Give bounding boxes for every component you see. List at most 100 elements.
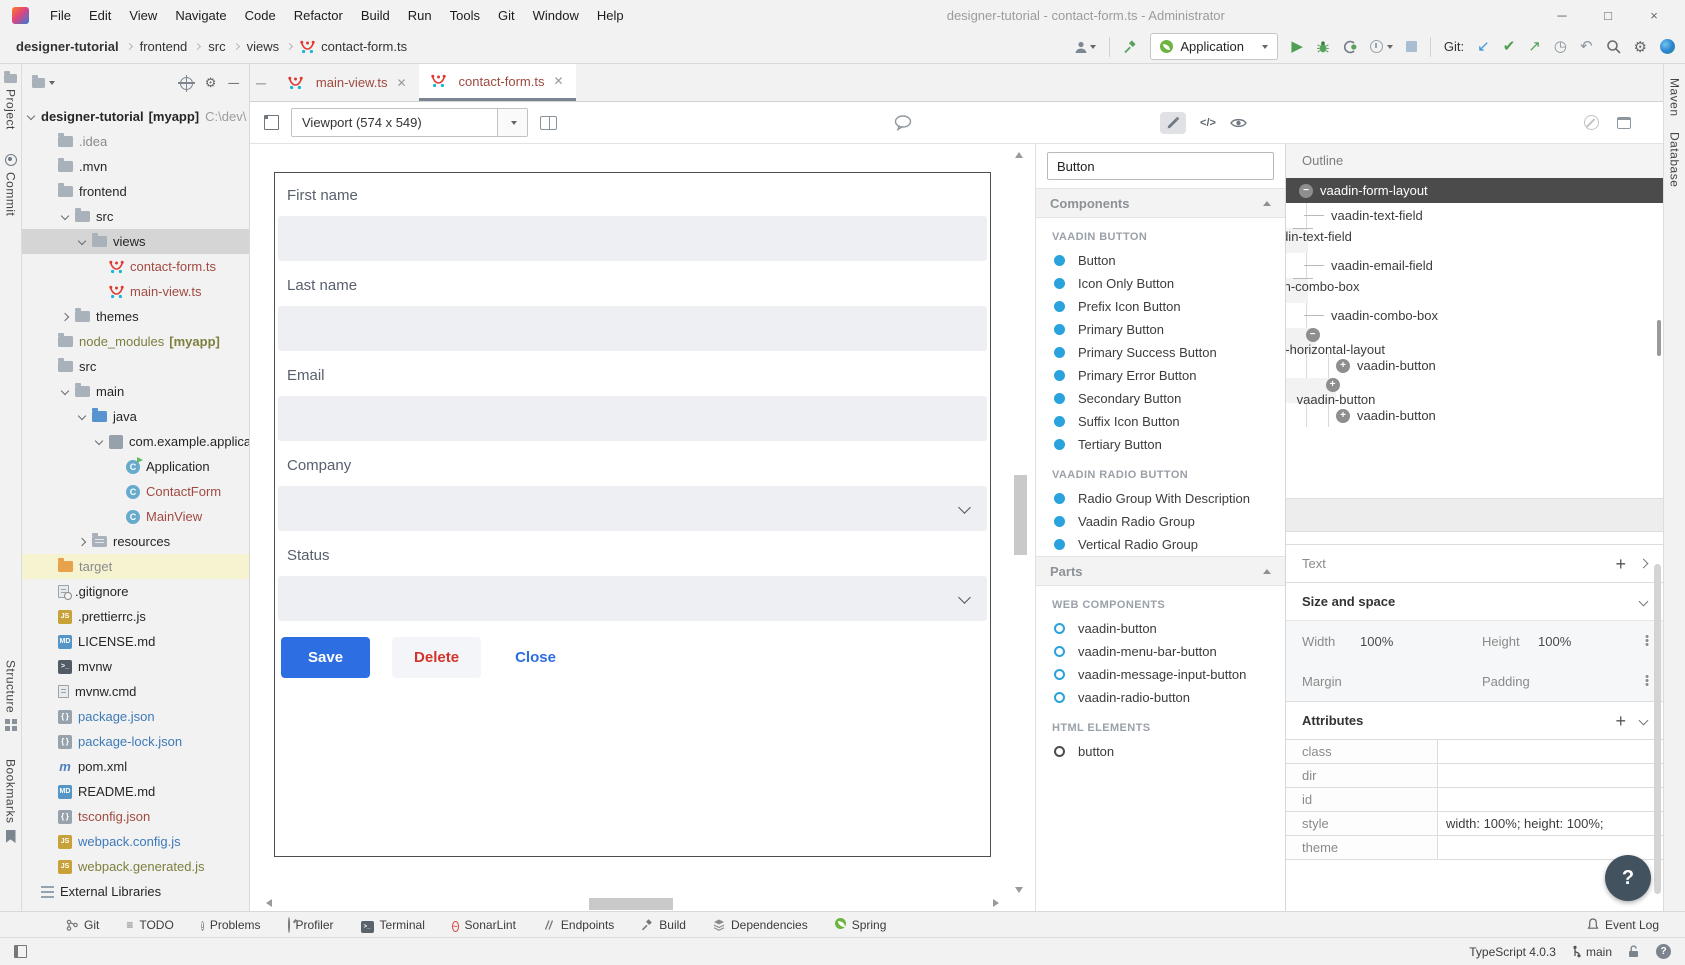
project-settings-icon[interactable]: ⚙ (205, 75, 217, 91)
expand-chevron-icon[interactable] (78, 411, 86, 419)
menu-git[interactable]: Git (489, 8, 524, 23)
debug-button[interactable] (1316, 40, 1330, 54)
section-header-components[interactable]: Components (1036, 188, 1285, 218)
tree-item-tsconfig-json[interactable]: { }tsconfig.json (22, 804, 249, 829)
vertical-scrollbar[interactable] (1014, 475, 1027, 555)
height-value[interactable]: 100% (1538, 634, 1647, 649)
text-field-input[interactable] (278, 396, 987, 441)
palette-item-primary-button[interactable]: Primary Button (1036, 318, 1285, 341)
tree-item-main-view-ts[interactable]: main-view.ts (22, 279, 249, 304)
text-section-header[interactable]: Text + (1286, 544, 1663, 582)
palette-item-icon-only-button[interactable]: Icon Only Button (1036, 272, 1285, 295)
tree-item-src[interactable]: src (22, 354, 249, 379)
palette-item-vaadin-radio-group[interactable]: Vaadin Radio Group (1036, 510, 1285, 533)
tree-item-idea[interactable]: .idea (22, 129, 249, 154)
attribute-value[interactable] (1438, 764, 1663, 787)
typescript-version[interactable]: TypeScript 4.0.3 (1469, 945, 1556, 959)
collapse-caret-icon[interactable] (1263, 201, 1271, 206)
tree-item-application[interactable]: CApplication (22, 454, 249, 479)
breadcrumb-item-views[interactable]: views (247, 39, 280, 54)
close-button[interactable]: Close (503, 637, 568, 678)
more-options-icon[interactable]: ••• (1645, 675, 1649, 687)
panel-splitter[interactable] (1286, 498, 1663, 532)
collapse-caret-icon[interactable] (1263, 569, 1271, 574)
expand-chevron-icon[interactable] (78, 236, 86, 244)
locate-file-icon[interactable] (180, 77, 193, 90)
build-hammer-icon[interactable] (1123, 40, 1137, 54)
outline-node-vaadin-text-field[interactable]: vaadin-text-field (1286, 203, 1663, 228)
tree-item-pom-xml[interactable]: mpom.xml (22, 754, 249, 779)
palette-item-suffix-icon-button[interactable]: Suffix Icon Button (1036, 410, 1285, 433)
user-icon[interactable] (1074, 40, 1096, 54)
palette-item-prefix-icon-button[interactable]: Prefix Icon Button (1036, 295, 1285, 318)
tree-item-webpack-config-js[interactable]: JSwebpack.config.js (22, 829, 249, 854)
code-view-icon[interactable]: </> (1200, 117, 1216, 129)
git-history-icon[interactable]: ◷ (1554, 39, 1567, 54)
expand-chevron-icon[interactable] (61, 312, 69, 320)
tool-stripe-project[interactable]: Project (4, 74, 18, 136)
delete-button[interactable]: Delete (392, 637, 481, 678)
section-header-parts[interactable]: Parts (1036, 556, 1285, 586)
tab-contact-form-ts[interactable]: contact-form.ts✕ (419, 64, 576, 101)
menu-help[interactable]: Help (588, 8, 633, 23)
menu-refactor[interactable]: Refactor (285, 8, 352, 23)
preview-eye-icon[interactable] (1230, 117, 1247, 129)
edit-mode-pencil-icon[interactable] (1160, 112, 1186, 134)
split-view-icon[interactable] (540, 116, 557, 130)
tree-item-mvnw-cmd[interactable]: mvnw.cmd (22, 679, 249, 704)
tool-windows-toggle-icon[interactable] (14, 945, 27, 958)
text-field-input[interactable] (278, 306, 987, 351)
project-view-icon[interactable] (32, 78, 45, 88)
palette-item-vertical-radio-group[interactable]: Vertical Radio Group (1036, 533, 1285, 556)
menu-window[interactable]: Window (524, 8, 588, 23)
tool-stripe-database[interactable]: Database (1668, 126, 1682, 196)
expand-chevron-icon[interactable] (95, 436, 103, 444)
toolwindow-button-terminal[interactable]: >_Terminal (361, 917, 425, 933)
stop-button[interactable] (1406, 41, 1417, 52)
toolwindow-button-profiler[interactable]: Profiler (288, 918, 334, 932)
menu-file[interactable]: File (41, 8, 80, 23)
outline-node-vaadin-text-field[interactable]: vaadin-text-field (1286, 228, 1308, 253)
tree-item-node-modules[interactable]: node_modules[myapp] (22, 329, 249, 354)
palette-item-vaadin-radio-button[interactable]: vaadin-radio-button (1036, 686, 1285, 709)
add-attribute-icon[interactable]: + (1615, 712, 1626, 730)
size-section-header[interactable]: Size and space (1286, 582, 1663, 620)
viewport-select[interactable]: Viewport (574 x 549) (291, 108, 528, 137)
palette-item-button[interactable]: Button (1036, 249, 1285, 272)
tab-main-view-ts[interactable]: main-view.ts✕ (276, 64, 419, 101)
tree-item-main[interactable]: main (22, 379, 249, 404)
feedback-bubble-icon[interactable] (894, 115, 912, 131)
palette-item-secondary-button[interactable]: Secondary Button (1036, 387, 1285, 410)
expand-node-icon[interactable]: + (1326, 378, 1340, 392)
outline-scrollbar[interactable] (1657, 320, 1661, 356)
tree-item-webpack-generated-js[interactable]: JSwebpack.generated.js (22, 854, 249, 879)
tree-item-package-lock-json[interactable]: { }package-lock.json (22, 729, 249, 754)
run-configuration-select[interactable]: Application (1150, 33, 1278, 60)
chevron-right-icon[interactable] (1639, 559, 1649, 569)
collapse-node-icon[interactable]: − (1306, 328, 1320, 342)
tool-stripe-maven[interactable]: Maven (1668, 72, 1682, 126)
palette-item-vaadin-menu-bar-button[interactable]: vaadin-menu-bar-button (1036, 640, 1285, 663)
tree-item-mvn[interactable]: .mvn (22, 154, 249, 179)
tree-item-themes[interactable]: themes (22, 304, 249, 329)
palette-item-vaadin-button[interactable]: vaadin-button (1036, 617, 1285, 640)
tree-item-target[interactable]: target (22, 554, 249, 579)
menu-view[interactable]: View (120, 8, 166, 23)
tree-item-src[interactable]: src (22, 204, 249, 229)
expand-node-icon[interactable]: + (1336, 409, 1350, 423)
close-tab-icon[interactable]: ✕ (553, 74, 563, 88)
outline-node-vaadin-button[interactable]: +vaadin-button (1286, 353, 1663, 378)
palette-item-tertiary-button[interactable]: Tertiary Button (1036, 433, 1285, 456)
menu-build[interactable]: Build (352, 8, 399, 23)
scroll-up-arrow[interactable] (1015, 152, 1023, 158)
form-artboard[interactable]: First nameLast nameEmailCompanyStatus Sa… (274, 172, 991, 857)
toolwindow-button-endpoints[interactable]: Endpoints (543, 918, 614, 932)
profiler-button[interactable] (1370, 40, 1393, 53)
palette-item-primary-success-button[interactable]: Primary Success Button (1036, 341, 1285, 364)
help-gear-icon[interactable]: ? (1656, 944, 1671, 959)
tool-stripe-bookmarks[interactable]: Bookmarks (4, 753, 18, 843)
outline-node-vaadin-button[interactable]: +vaadin-button (1286, 403, 1663, 428)
tool-stripe-structure[interactable]: Structure (4, 654, 18, 731)
breadcrumb-item-contact-form-ts[interactable]: contact-form.ts (300, 39, 407, 54)
palette-item-button[interactable]: button (1036, 740, 1285, 763)
